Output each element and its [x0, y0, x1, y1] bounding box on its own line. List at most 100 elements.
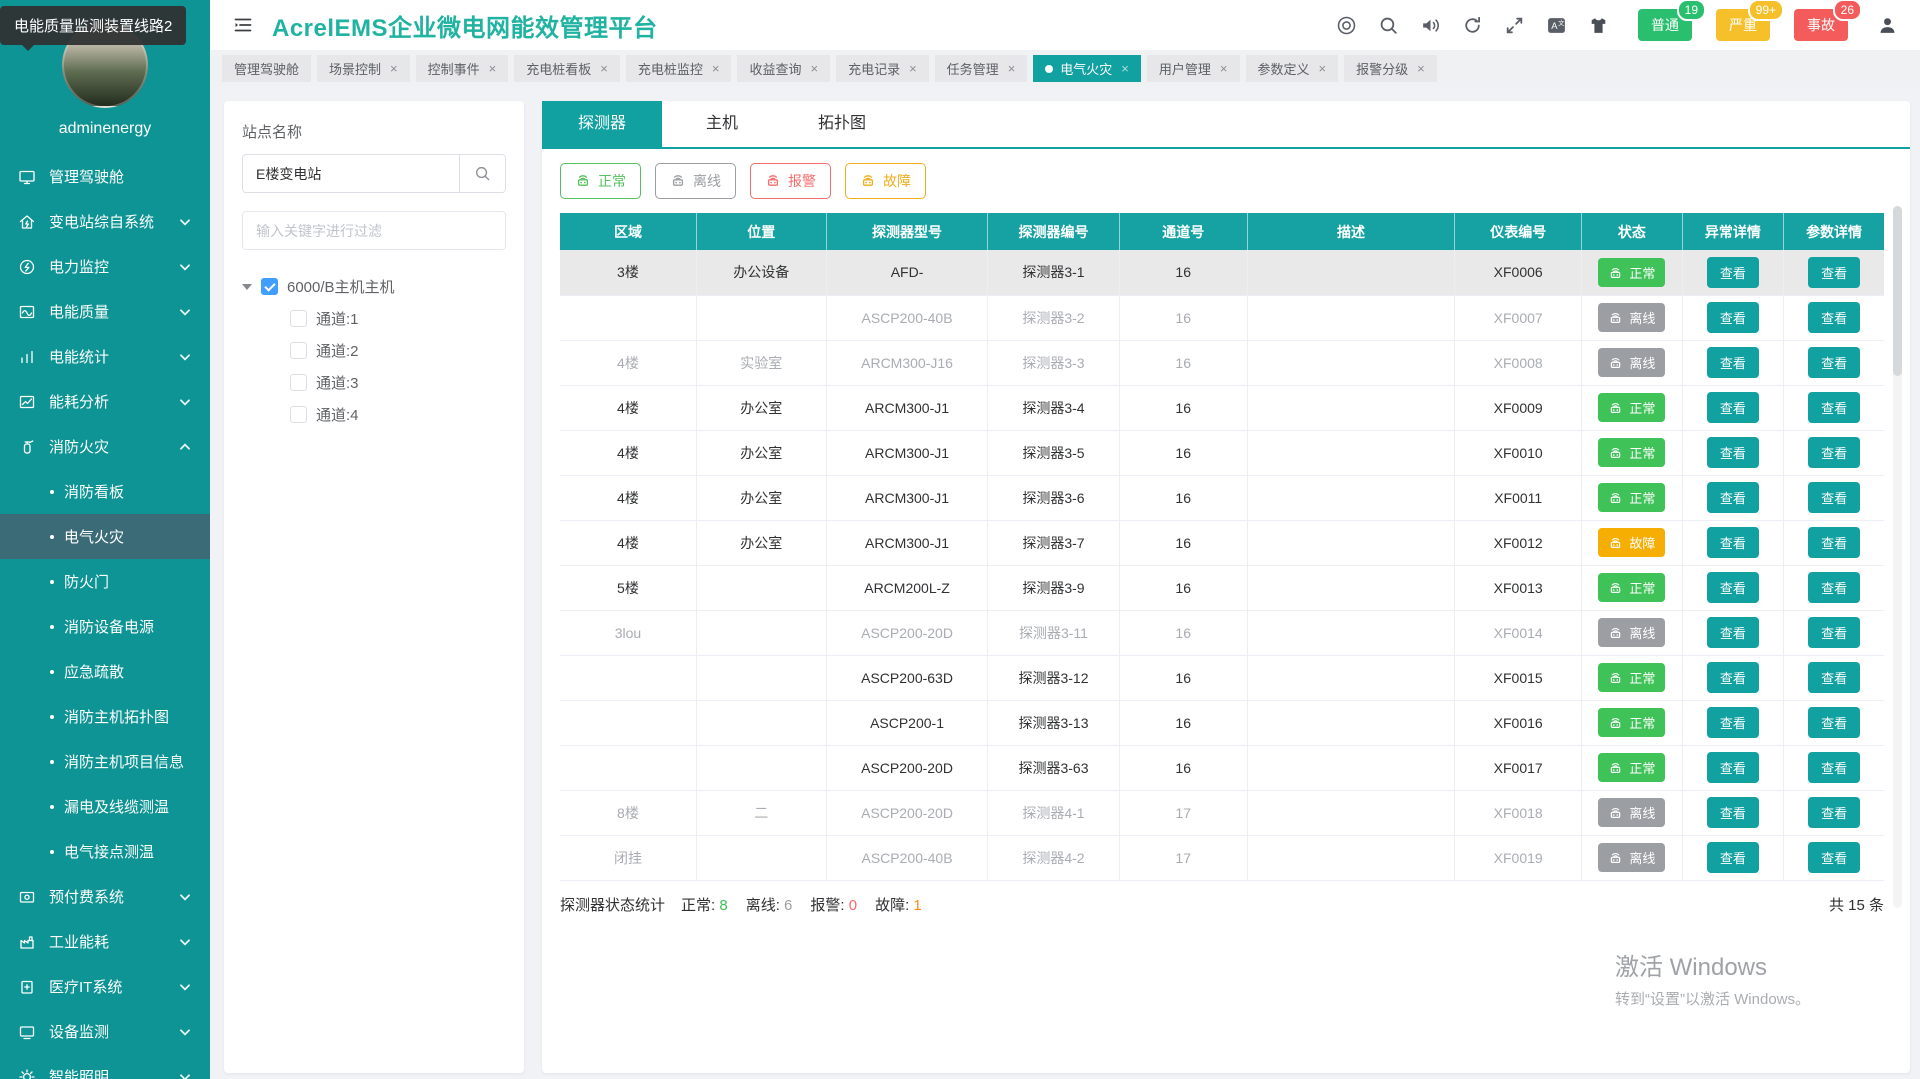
table-row[interactable]: 3lou ASCP200-20D 探测器3-11 16 XF0014 离线 查看 查看	[560, 610, 1884, 656]
sidebar-subitem[interactable]: 防火门	[0, 559, 210, 604]
sidebar-subitem[interactable]: 消防主机拓扑图	[0, 694, 210, 739]
search-icon[interactable]	[1378, 15, 1399, 36]
table-row[interactable]: 闭挂 ASCP200-40B 探测器4-2 17 XF0019 离线 查看 查看	[560, 835, 1884, 881]
close-icon[interactable]: ×	[1319, 61, 1327, 76]
alarm-button-事故[interactable]: 事故 26	[1794, 0, 1862, 41]
scrollbar-thumb[interactable]	[1893, 206, 1902, 376]
close-icon[interactable]: ×	[909, 61, 917, 76]
main-tab-探测器[interactable]: 探测器	[542, 101, 662, 147]
theme-icon[interactable]	[1588, 15, 1609, 36]
site-search-input[interactable]	[243, 155, 459, 192]
param-detail-button[interactable]: 查看	[1808, 347, 1861, 378]
fullscreen-icon[interactable]	[1504, 15, 1525, 36]
filter-button-离线[interactable]: 离线	[655, 163, 736, 199]
sidebar-subitem[interactable]: 消防主机项目信息	[0, 739, 210, 784]
alarm-button-普通[interactable]: 普通 19	[1638, 0, 1706, 41]
sidebar-item[interactable]: 电能统计	[0, 334, 210, 379]
tab-充电桩监控[interactable]: 充电桩监控 ×	[625, 55, 732, 82]
filter-button-正常[interactable]: 正常	[560, 163, 641, 199]
checkbox-unchecked[interactable]	[290, 373, 307, 391]
sidebar-item[interactable]: 设备监测	[0, 1009, 210, 1054]
tab-场景控制[interactable]: 场景控制 ×	[317, 55, 410, 82]
anomaly-detail-button[interactable]: 查看	[1706, 572, 1759, 603]
sidebar-subitem[interactable]: 电气接点测温	[0, 829, 210, 874]
main-tab-拓扑图[interactable]: 拓扑图	[782, 101, 902, 147]
sidebar-item[interactable]: 电力监控	[0, 244, 210, 289]
help-icon[interactable]	[1336, 15, 1357, 36]
close-icon[interactable]: ×	[600, 61, 608, 76]
param-detail-button[interactable]: 查看	[1808, 482, 1861, 513]
tree-filter-input[interactable]	[242, 211, 506, 250]
anomaly-detail-button[interactable]: 查看	[1706, 392, 1759, 423]
sidebar-item[interactable]: 电能质量	[0, 289, 210, 334]
sidebar-item[interactable]: 消防火灾	[0, 424, 210, 469]
param-detail-button[interactable]: 查看	[1808, 256, 1861, 288]
volume-icon[interactable]	[1420, 15, 1441, 36]
alarm-button-严重[interactable]: 严重 99+	[1716, 0, 1784, 41]
filter-button-故障[interactable]: 故障	[845, 163, 926, 199]
tab-参数定义[interactable]: 参数定义 ×	[1245, 55, 1339, 82]
anomaly-detail-button[interactable]: 查看	[1706, 302, 1759, 333]
sidebar-item[interactable]: 变电站综自系统	[0, 199, 210, 244]
table-scrollbar[interactable]	[1893, 206, 1902, 908]
table-row[interactable]: 3楼 办公设备 AFD- 探测器3-1 16 XF0006 正常 查看 查看	[560, 250, 1884, 296]
anomaly-detail-button[interactable]: 查看	[1706, 256, 1759, 288]
param-detail-button[interactable]: 查看	[1808, 662, 1861, 693]
sidebar-subitem[interactable]: 消防看板	[0, 469, 210, 514]
sidebar-subitem[interactable]: 漏电及线缆测温	[0, 784, 210, 829]
tree-node-child[interactable]: 通道:1	[242, 302, 506, 334]
table-row[interactable]: 8楼二 ASCP200-20D 探测器4-1 17 XF0018 离线 查看 查看	[560, 790, 1884, 836]
anomaly-detail-button[interactable]: 查看	[1706, 527, 1759, 558]
tab-充电记录[interactable]: 充电记录 ×	[836, 55, 929, 82]
table-row[interactable]: 4楼 办公室 ARCM300-J1 探测器3-6 16 XF0011 正常 查看 查看	[560, 475, 1884, 521]
tab-电气火灾[interactable]: 电气火灾 ×	[1033, 55, 1141, 82]
anomaly-detail-button[interactable]: 查看	[1706, 752, 1759, 783]
checkbox-unchecked[interactable]	[290, 309, 307, 327]
tree-node-child[interactable]: 通道:4	[242, 398, 506, 430]
table-row[interactable]: 4楼 办公室 ARCM300-J1 探测器3-5 16 XF0010 正常 查看 查看	[560, 430, 1884, 476]
param-detail-button[interactable]: 查看	[1808, 797, 1861, 828]
tree-node-child[interactable]: 通道:2	[242, 334, 506, 366]
tab-任务管理[interactable]: 任务管理 ×	[934, 55, 1028, 82]
close-icon[interactable]: ×	[810, 61, 818, 76]
tab-收益查询[interactable]: 收益查询 ×	[737, 55, 831, 82]
caret-down-icon[interactable]	[242, 283, 252, 295]
sidebar-item[interactable]: 智能照明	[0, 1054, 210, 1079]
close-icon[interactable]: ×	[1220, 61, 1228, 76]
table-row[interactable]: ASCP200-40B 探测器3-2 16 XF0007 离线 查看 查看	[560, 295, 1884, 341]
tab-控制事件[interactable]: 控制事件 ×	[415, 55, 509, 82]
checkbox-unchecked[interactable]	[290, 405, 307, 423]
search-button[interactable]	[459, 155, 505, 192]
anomaly-detail-button[interactable]: 查看	[1706, 662, 1759, 693]
main-tab-主机[interactable]: 主机	[662, 101, 782, 147]
param-detail-button[interactable]: 查看	[1808, 707, 1861, 738]
tab-充电桩看板[interactable]: 充电桩看板 ×	[514, 55, 620, 82]
translate-icon[interactable]: A文	[1546, 15, 1567, 36]
user-icon[interactable]	[1877, 15, 1898, 36]
tree-node-child[interactable]: 通道:3	[242, 366, 506, 398]
tab-管理驾驶舱[interactable]: 管理驾驶舱	[222, 55, 312, 82]
sidebar-item[interactable]: 工业能耗	[0, 919, 210, 964]
param-detail-button[interactable]: 查看	[1808, 302, 1861, 333]
param-detail-button[interactable]: 查看	[1808, 527, 1861, 558]
table-row[interactable]: ASCP200-63D 探测器3-12 16 XF0015 正常 查看 查看	[560, 655, 1884, 701]
anomaly-detail-button[interactable]: 查看	[1706, 797, 1759, 828]
table-row[interactable]: 4楼 实验室 ARCM300-J16 探测器3-3 16 XF0008 离线 查看 查看	[560, 340, 1884, 386]
sidebar-subitem[interactable]: 消防设备电源	[0, 604, 210, 649]
checkbox-checked[interactable]	[261, 277, 278, 295]
close-icon[interactable]: ×	[1417, 61, 1425, 76]
table-row[interactable]: 4楼 办公室 ARCM300-J1 探测器3-7 16 XF0012 故障 查看 查看	[560, 520, 1884, 566]
table-row[interactable]: 5楼 ARCM200L-Z 探测器3-9 16 XF0013 正常 查看 查看	[560, 565, 1884, 611]
anomaly-detail-button[interactable]: 查看	[1706, 437, 1759, 468]
close-icon[interactable]: ×	[712, 61, 720, 76]
anomaly-detail-button[interactable]: 查看	[1706, 842, 1759, 873]
table-row[interactable]: ASCP200-20D 探测器3-63 16 XF0017 正常 查看 查看	[560, 745, 1884, 791]
sidebar-item[interactable]: 管理驾驶舱	[0, 154, 210, 199]
param-detail-button[interactable]: 查看	[1808, 572, 1861, 603]
sidebar-item[interactable]: 预付费系统	[0, 874, 210, 919]
anomaly-detail-button[interactable]: 查看	[1706, 617, 1759, 648]
tab-报警分级[interactable]: 报警分级 ×	[1344, 55, 1437, 82]
param-detail-button[interactable]: 查看	[1808, 617, 1861, 648]
anomaly-detail-button[interactable]: 查看	[1706, 707, 1759, 738]
table-row[interactable]: ASCP200-1 探测器3-13 16 XF0016 正常 查看 查看	[560, 700, 1884, 746]
